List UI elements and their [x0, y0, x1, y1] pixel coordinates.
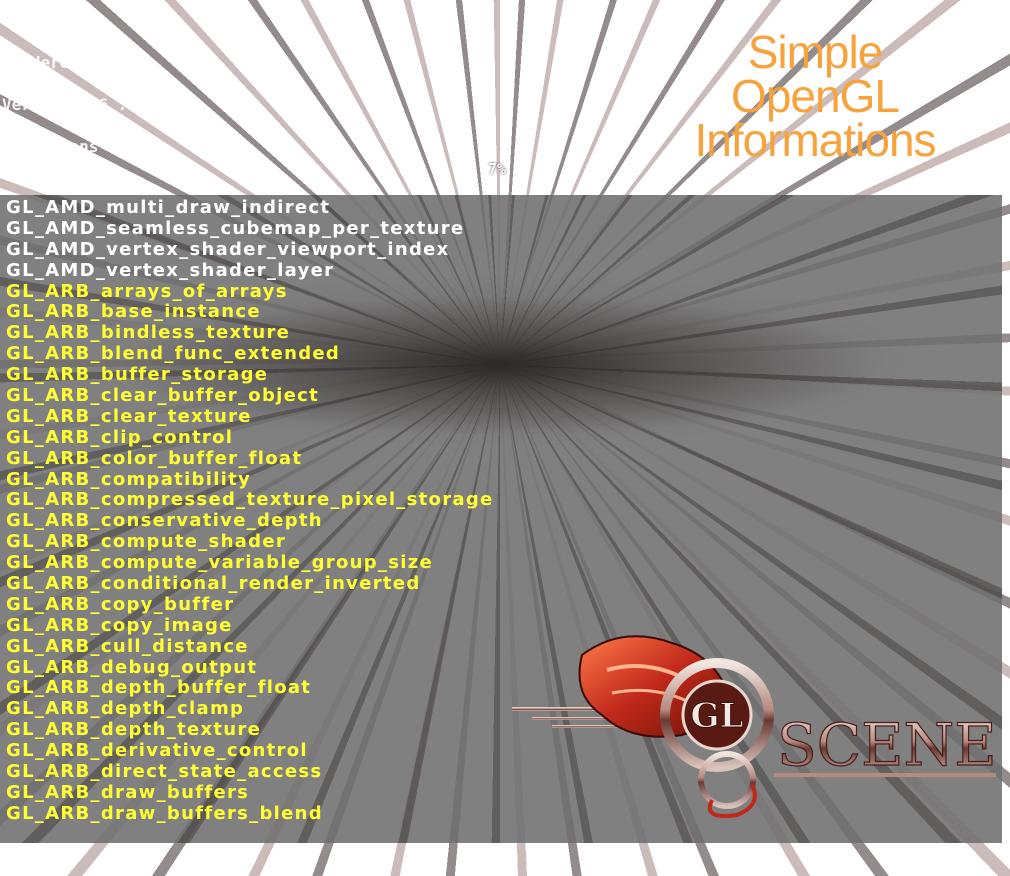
extension-item: GL_AMD_vertex_shader_layer: [6, 259, 335, 281]
extension-item: GL_ARB_clear_buffer_object: [6, 385, 319, 407]
extension-item: GL_ARB_derivative_control: [6, 740, 308, 762]
extension-item: GL_ARB_compressed_texture_pixel_storage: [6, 489, 494, 511]
logo-underline: [774, 773, 996, 777]
extension-item: GL_ARB_arrays_of_arrays: [6, 280, 288, 302]
extension-item: GL_ARB_compute_shader: [6, 531, 287, 553]
extension-item: GL_ARB_depth_buffer_float: [6, 677, 312, 699]
extension-item: GL_ARB_bindless_texture: [6, 322, 291, 344]
extension-item: GL_ARB_draw_buffers_blend: [6, 802, 323, 824]
extension-item: GL_ARB_blend_func_extended: [6, 343, 341, 365]
header-line: Version 4.6 ...: [2, 95, 147, 114]
app-title: Simple OpenGL Informations: [650, 26, 980, 166]
extension-item: GL_ARB_color_buffer_float: [6, 447, 303, 469]
extension-item: GL_ARB_conditional_render_inverted: [6, 573, 421, 595]
extension-item: GL_ARB_conservative_depth: [6, 510, 323, 532]
extension-item: GL_ARB_base_instance: [6, 301, 261, 323]
extension-item: GL_ARB_depth_texture: [6, 719, 262, 741]
extension-item: GL_ARB_buffer_storage: [6, 364, 269, 386]
title-line-simple: Simple: [747, 26, 884, 78]
header-info-lines: Vendor ... Renderer ... Version 4.6 ... …: [0, 0, 560, 190]
logo-scene-text: SCENE: [777, 711, 997, 779]
extension-item: GL_AMD_seamless_cubemap_per_texture: [6, 217, 465, 239]
logo-gl-text: GL: [691, 696, 744, 736]
extension-item: GL_AMD_vertex_shader_viewport_index: [6, 238, 450, 260]
extension-item: GL_ARB_direct_state_access: [6, 761, 323, 783]
extension-item: GL_ARB_cull_distance: [6, 635, 249, 657]
extension-item: GL_AMD_multi_draw_indirect: [6, 197, 331, 218]
title-line-opengl: OpenGL: [731, 70, 900, 122]
extensions-list[interactable]: GL_AMD_multi_draw_indirect GL_AMD_seamles…: [6, 197, 494, 825]
extension-item: GL_ARB_debug_output: [6, 656, 258, 678]
title-line-informations: Informations: [694, 114, 936, 166]
extension-item: GL_ARB_compute_variable_group_size: [6, 552, 433, 574]
glscene-logo: GL SCENE: [512, 635, 997, 818]
header-line: Vendor ...: [2, 11, 99, 30]
extension-item: GL_ARB_clip_control: [6, 426, 234, 448]
header-line: Extensions ...: [2, 137, 137, 156]
extension-item: GL_ARB_copy_image: [6, 614, 233, 636]
extension-item: GL_ARB_clear_texture: [6, 405, 252, 427]
extension-item: GL_ARB_draw_buffers: [6, 781, 250, 803]
extension-item: GL_ARB_depth_clamp: [6, 698, 245, 720]
extension-item: GL_ARB_copy_buffer: [6, 593, 235, 615]
extension-item: GL_ARB_compatibility: [6, 468, 252, 490]
progress-percent: 7%: [488, 160, 507, 178]
header-line: Renderer ...: [2, 53, 118, 72]
